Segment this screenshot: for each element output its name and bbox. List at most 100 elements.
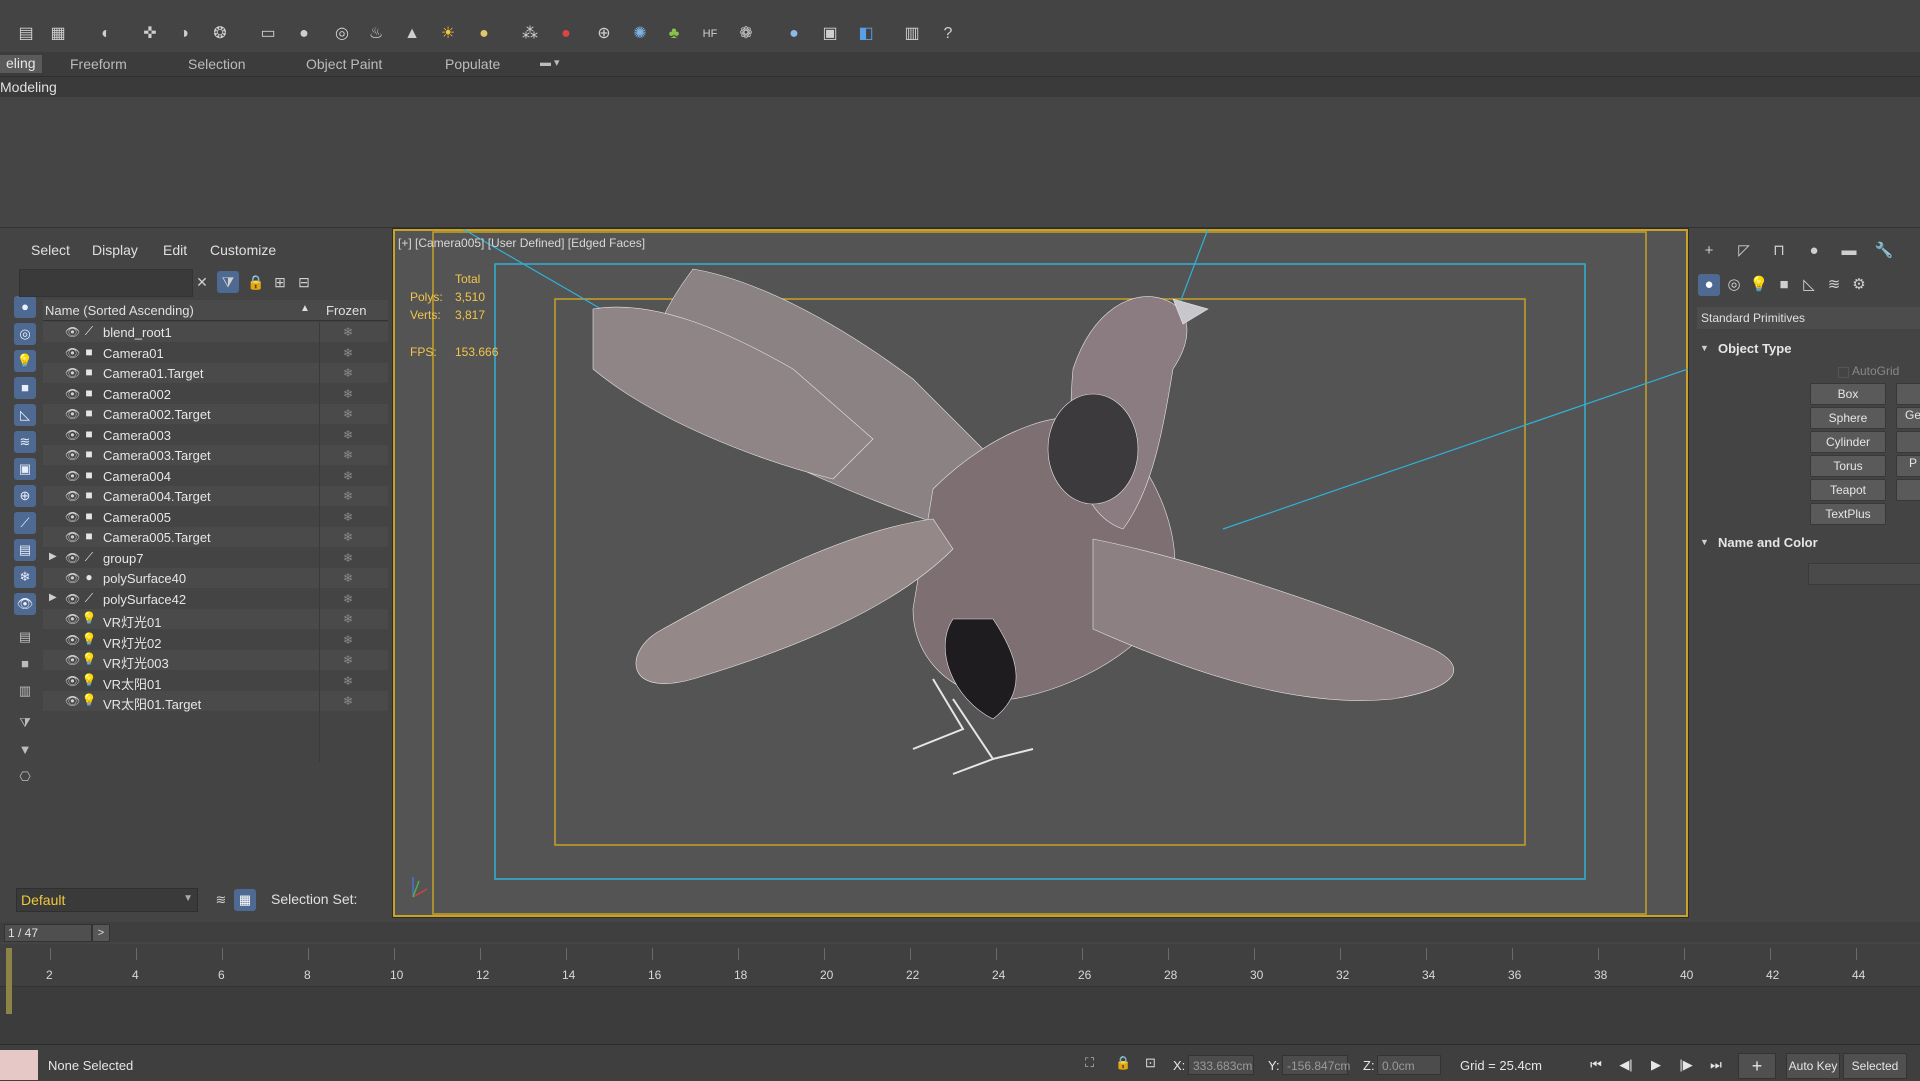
collapse-arrow-icon[interactable]: ▼ [1700,343,1709,353]
tube-button[interactable] [1896,431,1920,453]
list-item[interactable]: 👁 ■ Camera002 ❄ [43,384,388,404]
motion-tab-icon[interactable]: ● [1803,240,1825,262]
geometry-category-icon[interactable]: ● [1698,274,1720,296]
ribbon-options-icon[interactable]: ▬ ▾ [540,56,560,69]
menu-select[interactable]: Select [31,242,70,258]
visibility-eye-icon[interactable]: 👁 [65,694,80,708]
display-invert-icon[interactable]: ▥ [14,680,36,702]
frozen-icon[interactable]: ❄ [343,674,353,688]
visibility-eye-icon[interactable]: 👁 [65,551,80,565]
visibility-eye-icon[interactable]: 👁 [65,489,80,503]
visibility-eye-icon[interactable]: 👁 [65,530,80,544]
light-cone-icon[interactable]: ▲ [400,22,424,46]
geosphere-button[interactable]: Ge [1896,407,1920,429]
ribbon-panel-title[interactable]: Modeling [0,79,57,95]
list-item[interactable]: 👁 ● polySurface40 ❄ [43,568,388,588]
particle-icon[interactable]: ⁂ [518,22,542,46]
explorer-options-icon[interactable]: ⎔ [14,766,36,788]
display-containers-icon[interactable]: ▤ [14,539,36,561]
cylinder-button[interactable]: Cylinder [1810,431,1886,453]
list-item[interactable]: 👁 ■ Camera01.Target ❄ [43,363,388,383]
display-spacewarps-icon[interactable]: ≋ [14,431,36,453]
go-to-end-icon[interactable]: ⏭ [1706,1055,1726,1075]
visibility-eye-icon[interactable]: 👁 [65,346,80,360]
list-item[interactable]: 👁 ■ Camera003.Target ❄ [43,445,388,465]
visibility-eye-icon[interactable]: 👁 [65,325,80,339]
helpers-category-icon[interactable]: ◺ [1798,274,1820,296]
list-item[interactable]: 👁 ■ Camera005 ❄ [43,507,388,527]
menu-customize[interactable]: Customize [210,242,276,258]
maxscript-listener-swatch[interactable] [0,1050,38,1080]
x-coordinate-field[interactable]: 333.683cm [1188,1055,1254,1075]
modify-tab-icon[interactable]: ◸ [1733,240,1755,262]
frozen-icon[interactable]: ❄ [343,653,353,667]
textplus-button[interactable]: TextPlus [1810,503,1886,525]
tab-populate[interactable]: Populate [445,56,500,72]
frozen-icon[interactable]: ❄ [343,530,353,544]
frozen-icon[interactable]: ❄ [343,469,353,483]
torus-button[interactable]: Torus [1810,455,1886,477]
object-type-title[interactable]: Object Type [1718,341,1791,356]
list-item[interactable]: 👁 ■ Camera004 ❄ [43,466,388,486]
display-bones-icon[interactable]: ⟋ [14,512,36,534]
hierarchy-tab-icon[interactable]: ⊓ [1768,240,1790,262]
visibility-eye-icon[interactable]: 👁 [65,612,80,626]
next-frame-button[interactable]: > [92,924,110,942]
frozen-icon[interactable]: ❄ [343,346,353,360]
name-and-color-title[interactable]: Name and Color [1718,535,1818,550]
selection-set-icon[interactable]: ▦ [234,889,256,911]
list-item[interactable]: ▶ 👁 ⟋ group7 ❄ [43,548,388,568]
snapshot-icon[interactable]: ⊕ [592,22,616,46]
camera-viewport[interactable] [392,228,1689,918]
visibility-eye-icon[interactable]: 👁 [65,428,80,442]
selected-dropdown[interactable]: Selected [1843,1053,1907,1079]
plane-button[interactable] [1896,479,1920,501]
layer-dropdown[interactable]: Default ▼ [16,888,198,912]
tab-modeling[interactable]: eling [0,55,42,73]
frozen-icon[interactable]: ❄ [343,387,353,401]
render-teapot-icon[interactable]: ♨ [364,22,388,46]
play-icon[interactable]: ▶ [1646,1055,1666,1075]
set-key-icon[interactable]: + [1738,1053,1776,1079]
clear-search-icon[interactable]: ✕ [191,271,213,293]
spacewarps-category-icon[interactable]: ≋ [1823,274,1845,296]
expand-arrow-icon[interactable]: ▶ [49,551,57,562]
list-item[interactable]: 👁 💡 VR灯光003 ❄ [43,650,388,671]
expand-arrow-icon[interactable]: ▶ [49,592,57,603]
tab-freeform[interactable]: Freeform [70,56,127,72]
tab-object-paint[interactable]: Object Paint [306,56,382,72]
frozen-icon[interactable]: ❄ [343,407,353,421]
display-helpers-icon[interactable]: ◺ [14,404,36,426]
next-frame-icon[interactable]: |▶ [1676,1055,1696,1075]
hair-fur-icon[interactable]: ♣ [662,22,686,46]
list-item[interactable]: 👁 ■ Camera005.Target ❄ [43,527,388,547]
tree-icon[interactable]: ✺ [628,22,652,46]
object-name-field[interactable] [1808,563,1920,585]
target-icon[interactable]: ◎ [330,22,354,46]
menu-display[interactable]: Display [92,242,138,258]
time-slider[interactable]: 1 / 47 [4,924,92,942]
isolate-icon[interactable]: ⛶ [1085,1055,1094,1071]
sphere-button[interactable]: Sphere [1810,407,1886,429]
list-item[interactable]: ▶ 👁 ⟋ polySurface42 ❄ [43,589,388,609]
teapot-button[interactable]: Teapot [1810,479,1886,501]
viewport-label[interactable]: [+] [Camera005] [User Defined] [Edged Fa… [398,236,645,250]
frozen-icon[interactable]: ❄ [343,633,353,647]
display-none-icon[interactable]: ■ [14,653,36,675]
frozen-icon[interactable]: ❄ [343,510,353,524]
visibility-eye-icon[interactable]: 👁 [65,366,80,380]
display-lights-icon[interactable]: 💡 [14,350,36,372]
frozen-icon[interactable]: ❄ [343,448,353,462]
filter-toggle-icon[interactable]: ⧩ [14,712,36,734]
display-frozen-icon[interactable]: ❄ [14,566,36,588]
cameras-category-icon[interactable]: ■ [1773,274,1795,296]
list-item[interactable]: 👁 💡 VR太阳01 ❄ [43,671,388,692]
cone-button[interactable] [1896,383,1920,405]
render-active-icon[interactable]: ▣ [818,22,842,46]
frozen-icon[interactable]: ❄ [343,325,353,339]
frozen-icon[interactable]: ❄ [343,551,353,565]
shapes-category-icon[interactable]: ◎ [1723,274,1745,296]
frozen-icon[interactable]: ❄ [343,612,353,626]
playhead[interactable] [6,948,12,1014]
layer-hierarchy-icon[interactable]: ⊟ [293,271,315,293]
